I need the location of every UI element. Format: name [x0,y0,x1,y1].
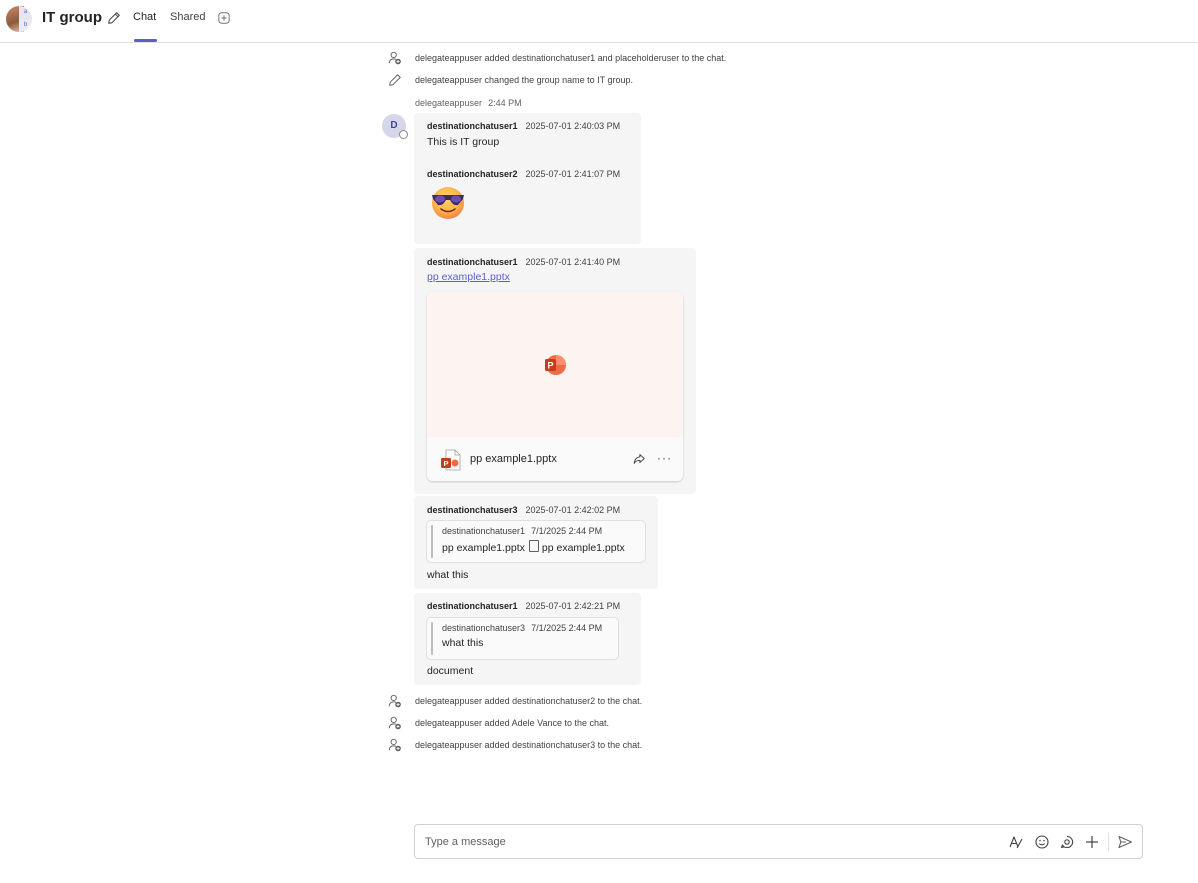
message-bubble[interactable]: destinationchatuser1 2025-07-01 2:40:03 P… [414,113,641,244]
message-bubble[interactable]: destinationchatuser3 2025-07-01 2:42:02 P… [414,496,658,589]
message-timestamp: 2025-07-01 2:42:02 PM [525,505,621,515]
file-link[interactable]: pp example1.pptx [427,271,510,283]
send-icon[interactable] [1117,834,1133,850]
quote-text: pp example1.pptx pp example1.pptx [442,540,625,554]
person-add-icon [388,716,401,730]
author-name: destinationchatuser1 [427,257,518,267]
message-timestamp: 2025-07-01 2:40:03 PM [525,121,621,131]
add-icon[interactable] [1084,834,1100,850]
edit-name-icon[interactable] [107,11,121,25]
message-input[interactable] [425,833,965,851]
quote-text-part: pp example1.pptx [442,542,525,554]
chat-title[interactable]: IT group [42,9,102,26]
format-icon[interactable] [1008,834,1024,850]
author-name: destinationchatuser3 [427,505,518,515]
message-timestamp: 2025-07-01 2:42:21 PM [525,601,621,611]
member-initial: b [19,19,32,32]
file-attachment-card[interactable]: P P pp example1.pptx ··· [427,292,683,481]
message-meta: destinationchatuser1 2025-07-01 2:41:40 P… [427,257,620,267]
quote-text: what this [442,637,484,649]
quote-text-part: pp example1.pptx [541,542,625,554]
system-event-text: delegateappuser added destinationchatuse… [415,696,643,706]
author-name: destinationchatuser2 [427,169,518,179]
message-meta: destinationchatuser3 2025-07-01 2:42:02 P… [427,505,620,515]
message-timestamp: 2025-07-01 2:41:40 PM [525,257,621,267]
member-initial: a [19,6,32,19]
quote-meta: destinationchatuser1 7/1/2025 2:44 PM [442,526,602,536]
message-time: 2:44 PM [488,98,522,108]
message-bubble[interactable]: destinationchatuser1 2025-07-01 2:42:21 P… [414,593,641,685]
person-add-icon [388,694,401,708]
sender-name: delegateappuser [415,98,483,108]
system-event-text: delegateappuser added destinationchatuse… [415,740,643,750]
pencil-icon [389,74,401,86]
quoted-message[interactable]: destinationchatuser3 7/1/2025 2:44 PM wha… [427,618,618,659]
pptx-file-icon: P [441,449,461,471]
compose-box[interactable] [414,824,1143,859]
svg-text:P: P [443,459,448,468]
file-preview[interactable]: P [427,292,683,437]
group-avatar[interactable]: a b [6,6,32,32]
svg-text:P: P [547,361,553,371]
quote-time: 7/1/2025 2:44 PM [531,526,603,536]
system-event-text: delegateappuser changed the group name t… [415,75,633,85]
quote-bar [431,622,433,655]
system-event-text: delegateappuser added destinationchatuse… [415,53,727,63]
document-icon [528,540,539,552]
quote-author: destinationchatuser3 [442,623,526,633]
person-add-icon [388,738,401,752]
author-name: destinationchatuser1 [427,601,518,611]
message-text: This is IT group [427,136,500,148]
quote-author: destinationchatuser1 [442,526,526,536]
file-footer: P pp example1.pptx ··· [427,437,683,481]
tab-selected-indicator [134,39,157,42]
message-text: document [427,665,474,677]
file-name[interactable]: pp example1.pptx [470,453,557,465]
share-icon[interactable] [632,452,646,466]
presence-badge [399,130,408,139]
message-meta: destinationchatuser1 2025-07-01 2:40:03 P… [427,121,620,131]
chat-header: a b IT group Chat Shared [0,0,1198,43]
emoji-icon[interactable] [1034,834,1050,850]
author-name: destinationchatuser1 [427,121,518,131]
add-tab-icon[interactable] [218,12,230,24]
quote-bar [431,525,433,558]
compose-divider [1108,833,1109,851]
powerpoint-logo-icon: P [545,355,566,375]
cool-emoji-icon [432,187,464,219]
person-add-icon [388,51,401,65]
tab-shared[interactable]: Shared [170,11,205,23]
quoted-message[interactable]: destinationchatuser1 7/1/2025 2:44 PM pp … [427,521,645,562]
quote-meta: destinationchatuser3 7/1/2025 2:44 PM [442,623,602,633]
message-text: what this [427,569,469,581]
tab-chat[interactable]: Chat [133,11,156,23]
message-meta: destinationchatuser2 2025-07-01 2:41:07 P… [427,169,620,179]
message-meta: destinationchatuser1 2025-07-01 2:42:21 P… [427,601,620,611]
more-options-icon[interactable]: ··· [657,451,672,465]
message-timestamp: 2025-07-01 2:41:07 PM [525,169,621,179]
loop-compose-icon[interactable] [1059,834,1075,850]
quote-time: 7/1/2025 2:44 PM [531,623,603,633]
message-group-header: delegateappuser 2:44 PM [415,98,522,108]
system-event-text: delegateappuser added Adele Vance to the… [415,718,609,728]
